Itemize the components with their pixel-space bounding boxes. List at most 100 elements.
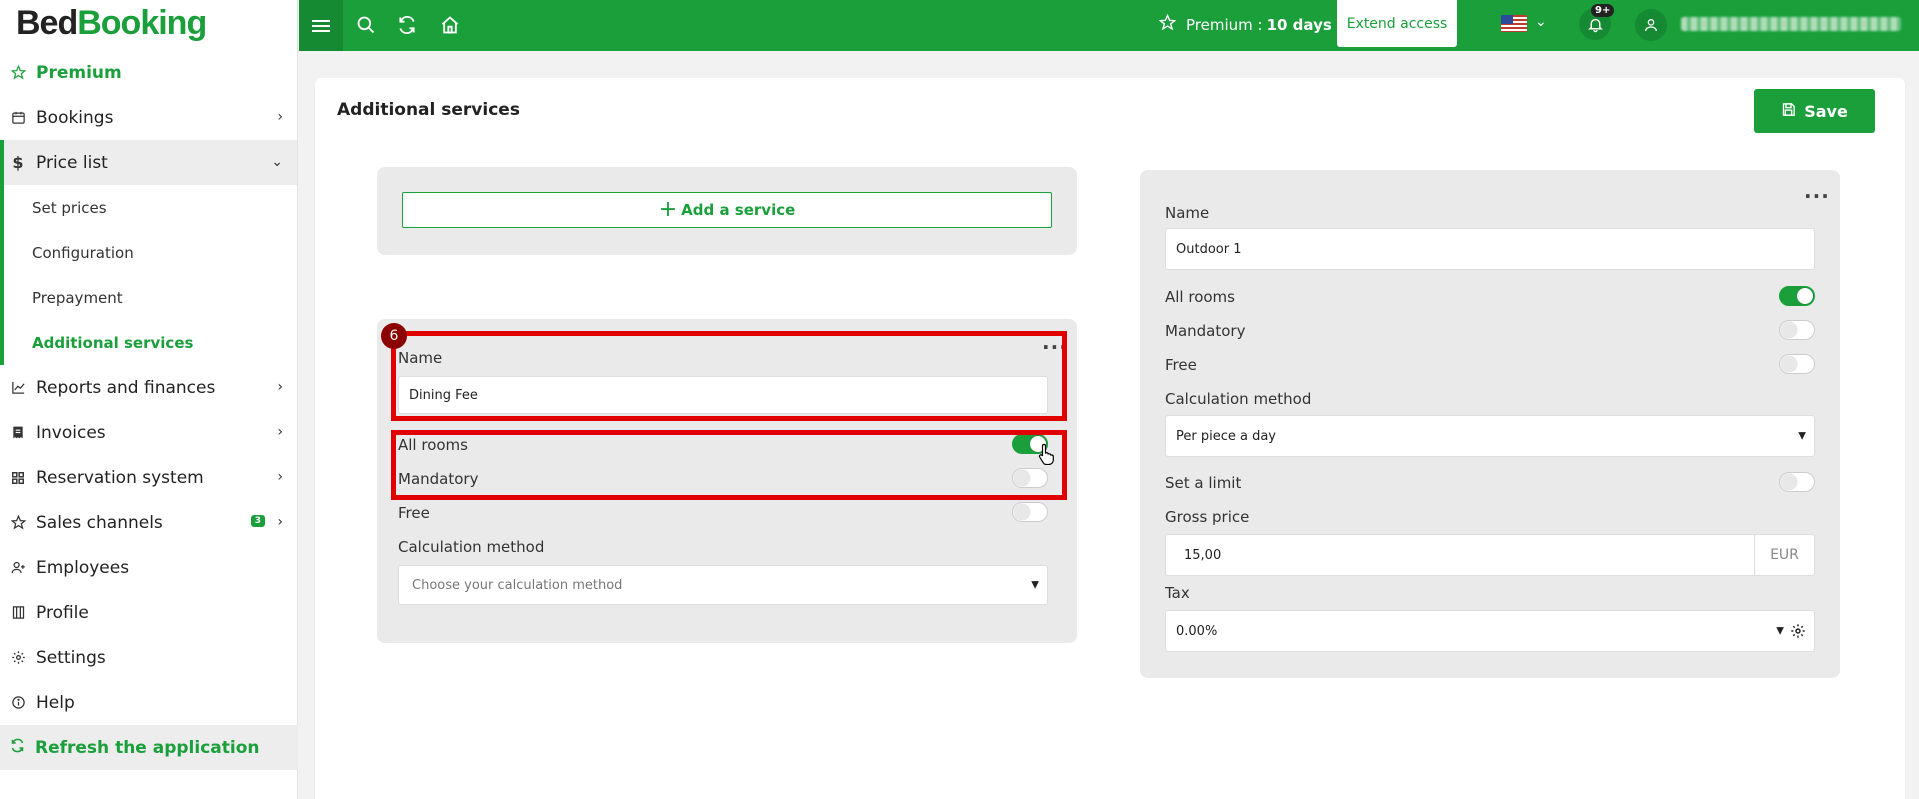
gear-icon[interactable] — [1790, 623, 1806, 643]
all-rooms-label: All rooms — [1165, 288, 1235, 306]
all-rooms-toggle[interactable] — [1779, 286, 1815, 306]
chart-icon — [10, 380, 26, 396]
sidebar-item-label: Settings — [36, 647, 106, 668]
sidebar-item-profile[interactable]: Profile — [0, 590, 297, 635]
sidebar-item-premium[interactable]: Premium — [0, 50, 297, 95]
save-icon — [1781, 102, 1796, 121]
gross-price-value: 15,00 — [1184, 547, 1222, 563]
user-name-blurred[interactable] — [1681, 17, 1901, 31]
logo-bed: Bed — [16, 4, 78, 42]
home-button[interactable] — [438, 13, 462, 37]
logo[interactable]: BedBooking — [0, 0, 297, 50]
search-icon — [357, 16, 375, 34]
premium-label: Premium : — [1186, 15, 1263, 34]
sidebar-item-employees[interactable]: Employees — [0, 545, 297, 590]
sidebar-item-help[interactable]: Help — [0, 680, 297, 725]
sidebar-item-label: Reservation system — [36, 467, 204, 488]
sidebar: BedBooking Premium Bookings › $ Price li… — [0, 0, 298, 799]
sidebar-item-label: Invoices — [36, 422, 106, 443]
sidebar-subitem-set-prices[interactable]: Set prices — [0, 185, 297, 230]
extend-access-button[interactable]: Extend access — [1337, 0, 1457, 47]
add-service-panel: + Add a service — [377, 167, 1077, 255]
premium-status: Premium : 10 days — [1158, 13, 1332, 35]
grid-icon — [10, 470, 26, 486]
sidebar-item-sales-channels[interactable]: Sales channels 3 › — [0, 500, 297, 545]
star-icon — [10, 65, 26, 81]
refresh-icon — [10, 738, 25, 758]
sidebar-subitem-prepayment[interactable]: Prepayment — [0, 275, 297, 320]
sidebar-item-label: Help — [36, 692, 75, 713]
sidebar-item-label: Sales channels — [36, 512, 163, 533]
sidebar-subitem-additional-services[interactable]: Additional services — [0, 320, 297, 365]
calculation-method-placeholder: Choose your calculation method — [412, 577, 623, 593]
sidebar-item-settings[interactable]: Settings — [0, 635, 297, 680]
gear-icon — [10, 650, 26, 666]
premium-days: 10 days — [1266, 15, 1332, 34]
currency-label: EUR — [1754, 535, 1814, 575]
calculation-method-select[interactable]: Choose your calculation method ▼ — [398, 565, 1048, 605]
building-icon — [10, 605, 26, 621]
add-service-button[interactable]: + Add a service — [402, 192, 1052, 228]
refresh-icon — [399, 15, 415, 35]
calendar-icon — [10, 110, 26, 126]
tax-label: Tax — [1165, 584, 1190, 602]
sidebar-item-label: Employees — [36, 557, 130, 578]
hamburger-icon — [312, 19, 330, 32]
user-menu-button[interactable] — [1635, 9, 1667, 41]
home-icon — [441, 16, 459, 34]
sidebar-item-reports[interactable]: Reports and finances › — [0, 365, 297, 410]
sidebar-item-label: Reports and finances — [36, 377, 216, 398]
gross-price-input[interactable]: 15,00 EUR — [1165, 534, 1815, 576]
calculation-method-label: Calculation method — [398, 538, 545, 556]
page-title: Additional services — [337, 100, 520, 120]
free-toggle[interactable] — [1779, 354, 1815, 374]
chevron-down-icon[interactable]: ⌄ — [1535, 14, 1547, 30]
notification-badge: 9+ — [1591, 4, 1615, 17]
highlight-name-field — [391, 331, 1067, 421]
set-limit-toggle[interactable] — [1779, 472, 1815, 492]
highlight-toggles — [391, 430, 1067, 500]
us-flag-icon[interactable] — [1501, 15, 1527, 32]
existing-service-panel: ··· Name Outdoor 1 All rooms Mandatory F… — [1140, 170, 1840, 678]
price-list-submenu: Set prices Configuration Prepayment Addi… — [0, 140, 297, 365]
chevron-right-icon: › — [277, 514, 283, 530]
sidebar-item-bookings[interactable]: Bookings › — [0, 95, 297, 140]
save-button[interactable]: Save — [1754, 89, 1875, 133]
free-label: Free — [1165, 356, 1197, 374]
free-toggle[interactable] — [1012, 502, 1048, 522]
mandatory-label: Mandatory — [1165, 322, 1246, 340]
more-options-icon[interactable]: ··· — [1804, 186, 1830, 206]
service-name-input[interactable]: Outdoor 1 — [1165, 228, 1815, 270]
add-service-label: Add a service — [681, 201, 796, 219]
hand-cursor-icon — [1038, 443, 1056, 469]
reload-button[interactable] — [395, 13, 419, 37]
save-label: Save — [1804, 101, 1848, 121]
sidebar-item-label: Bookings — [36, 107, 114, 128]
chevron-right-icon: › — [277, 424, 283, 440]
chevron-down-icon: ⌄ — [271, 154, 283, 170]
sidebar-item-label: Profile — [36, 602, 89, 623]
name-label: Name — [1165, 204, 1210, 222]
gross-price-label: Gross price — [1165, 508, 1250, 526]
step-badge: 6 — [381, 323, 407, 349]
search-button[interactable] — [354, 13, 378, 37]
free-label: Free — [398, 504, 430, 522]
calculation-method-value: Per piece a day — [1176, 428, 1277, 444]
refresh-application-button[interactable]: Refresh the application — [0, 725, 298, 770]
tax-select[interactable]: 0.00% ▼ — [1165, 610, 1815, 652]
sidebar-item-label: Price list — [36, 152, 108, 173]
set-limit-label: Set a limit — [1165, 474, 1242, 492]
sales-channels-badge: 3 — [250, 515, 265, 527]
menu-button[interactable] — [299, 0, 343, 51]
sidebar-item-label: Premium — [36, 62, 122, 83]
calculation-method-label: Calculation method — [1165, 390, 1312, 408]
sidebar-item-invoices[interactable]: Invoices › — [0, 410, 297, 455]
sidebar-item-reservation-system[interactable]: Reservation system › — [0, 455, 297, 500]
mandatory-toggle[interactable] — [1779, 320, 1815, 340]
sidebar-item-price-list[interactable]: $ Price list ⌄ — [0, 140, 297, 185]
logo-booking: Booking — [77, 4, 207, 42]
main-card: Additional services Save + Add a service… — [315, 78, 1905, 799]
info-icon — [10, 695, 26, 711]
sidebar-subitem-configuration[interactable]: Configuration — [0, 230, 297, 275]
calculation-method-select[interactable]: Per piece a day ▼ — [1165, 415, 1815, 457]
